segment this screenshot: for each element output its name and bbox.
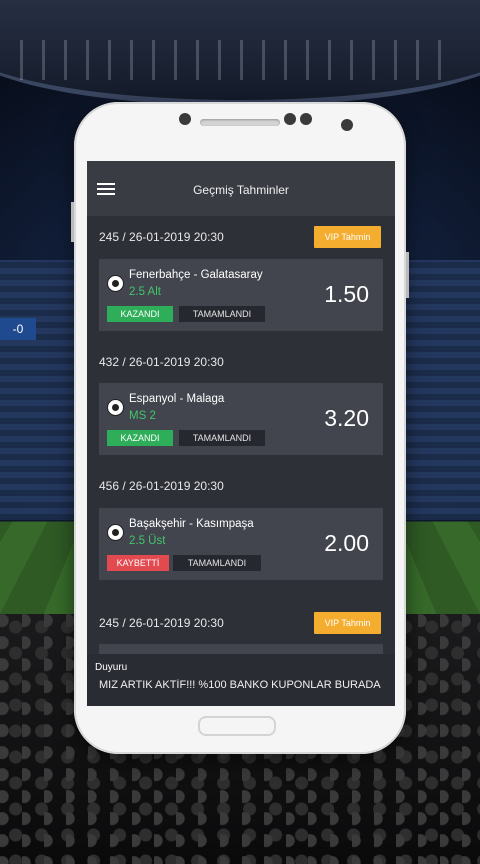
prediction-header: 245 / 26-01-2019 20:30 VIP Tahmin xyxy=(99,612,383,636)
prediction-pick: 2.5 Üst xyxy=(129,535,166,547)
stadium-lights xyxy=(20,40,460,80)
sensor-icon xyxy=(284,113,296,125)
result-badge: KAZANDI xyxy=(107,430,173,446)
prediction-card[interactable]: Fenerbahçe - Galatasaray 2.5 Alt 1.50 KA… xyxy=(99,259,383,331)
result-badge: KAYBETTİ xyxy=(107,555,169,571)
soccer-ball-icon xyxy=(107,399,124,416)
phone-speaker xyxy=(200,119,280,126)
vip-badge[interactable]: VIP Tahmin xyxy=(314,226,381,248)
prediction-card[interactable]: Başakşehir - Kasımpaşa 2.5 Üst 2.00 KAYB… xyxy=(99,508,383,580)
prediction-odds: 2.00 xyxy=(324,530,369,556)
soccer-ball-icon xyxy=(107,275,124,292)
predictions-list[interactable]: 245 / 26-01-2019 20:30 VIP Tahmin Fenerb… xyxy=(87,216,395,706)
match-teams: Espanyol - Malaga xyxy=(129,393,225,405)
prediction-header: 456 / 26-01-2019 20:30 xyxy=(99,475,383,499)
page-title: Geçmiş Tahminler xyxy=(193,183,289,197)
match-teams: Fenerbahçe - Galatasaray xyxy=(129,269,263,281)
status-badge: TAMAMLANDI xyxy=(179,430,265,446)
prediction-id-date: 456 / 26-01-2019 20:30 xyxy=(99,479,224,493)
app-bar: Geçmiş Tahminler xyxy=(87,161,395,216)
app-screen: Geçmiş Tahminler 245 / 26-01-2019 20:30 … xyxy=(87,161,395,706)
scoreboard: -0 xyxy=(0,318,36,340)
prediction-header: 245 / 26-01-2019 20:30 VIP Tahmin xyxy=(99,226,383,250)
camera-icon xyxy=(179,113,191,125)
home-button[interactable] xyxy=(198,716,276,736)
phone-frame: Geçmiş Tahminler 245 / 26-01-2019 20:30 … xyxy=(71,102,409,754)
soccer-ball-icon xyxy=(107,524,124,541)
prediction-odds: 3.20 xyxy=(324,405,369,431)
status-badge: TAMAMLANDI xyxy=(173,555,261,571)
vip-badge[interactable]: VIP Tahmin xyxy=(314,612,381,634)
sensor-icon xyxy=(300,113,312,125)
prediction-id-date: 245 / 26-01-2019 20:30 xyxy=(99,616,224,630)
prediction-pick: 2.5 Alt xyxy=(129,286,161,298)
prediction-card[interactable]: Espanyol - Malaga MS 2 3.20 KAZANDI TAMA… xyxy=(99,383,383,455)
phone-side-button xyxy=(406,252,409,298)
result-badge: KAZANDI xyxy=(107,306,173,322)
prediction-id-date: 432 / 26-01-2019 20:30 xyxy=(99,355,224,369)
prediction-odds: 1.50 xyxy=(324,281,369,307)
phone-side-button xyxy=(71,202,74,242)
announcement-ticker: MIZ ARTIK AKTİF!!! %100 BANKO KUPONLAR B… xyxy=(99,679,381,691)
status-badge: TAMAMLANDI xyxy=(179,306,265,322)
announcement-label: Duyuru xyxy=(95,662,128,673)
prediction-pick: MS 2 xyxy=(129,410,156,422)
front-camera-icon xyxy=(341,119,353,131)
announcement-bar[interactable]: Duyuru MIZ ARTIK AKTİF!!! %100 BANKO KUP… xyxy=(87,654,395,706)
prediction-id-date: 245 / 26-01-2019 20:30 xyxy=(99,230,224,244)
prediction-header: 432 / 26-01-2019 20:30 xyxy=(99,351,383,375)
match-teams: Başakşehir - Kasımpaşa xyxy=(129,518,254,530)
